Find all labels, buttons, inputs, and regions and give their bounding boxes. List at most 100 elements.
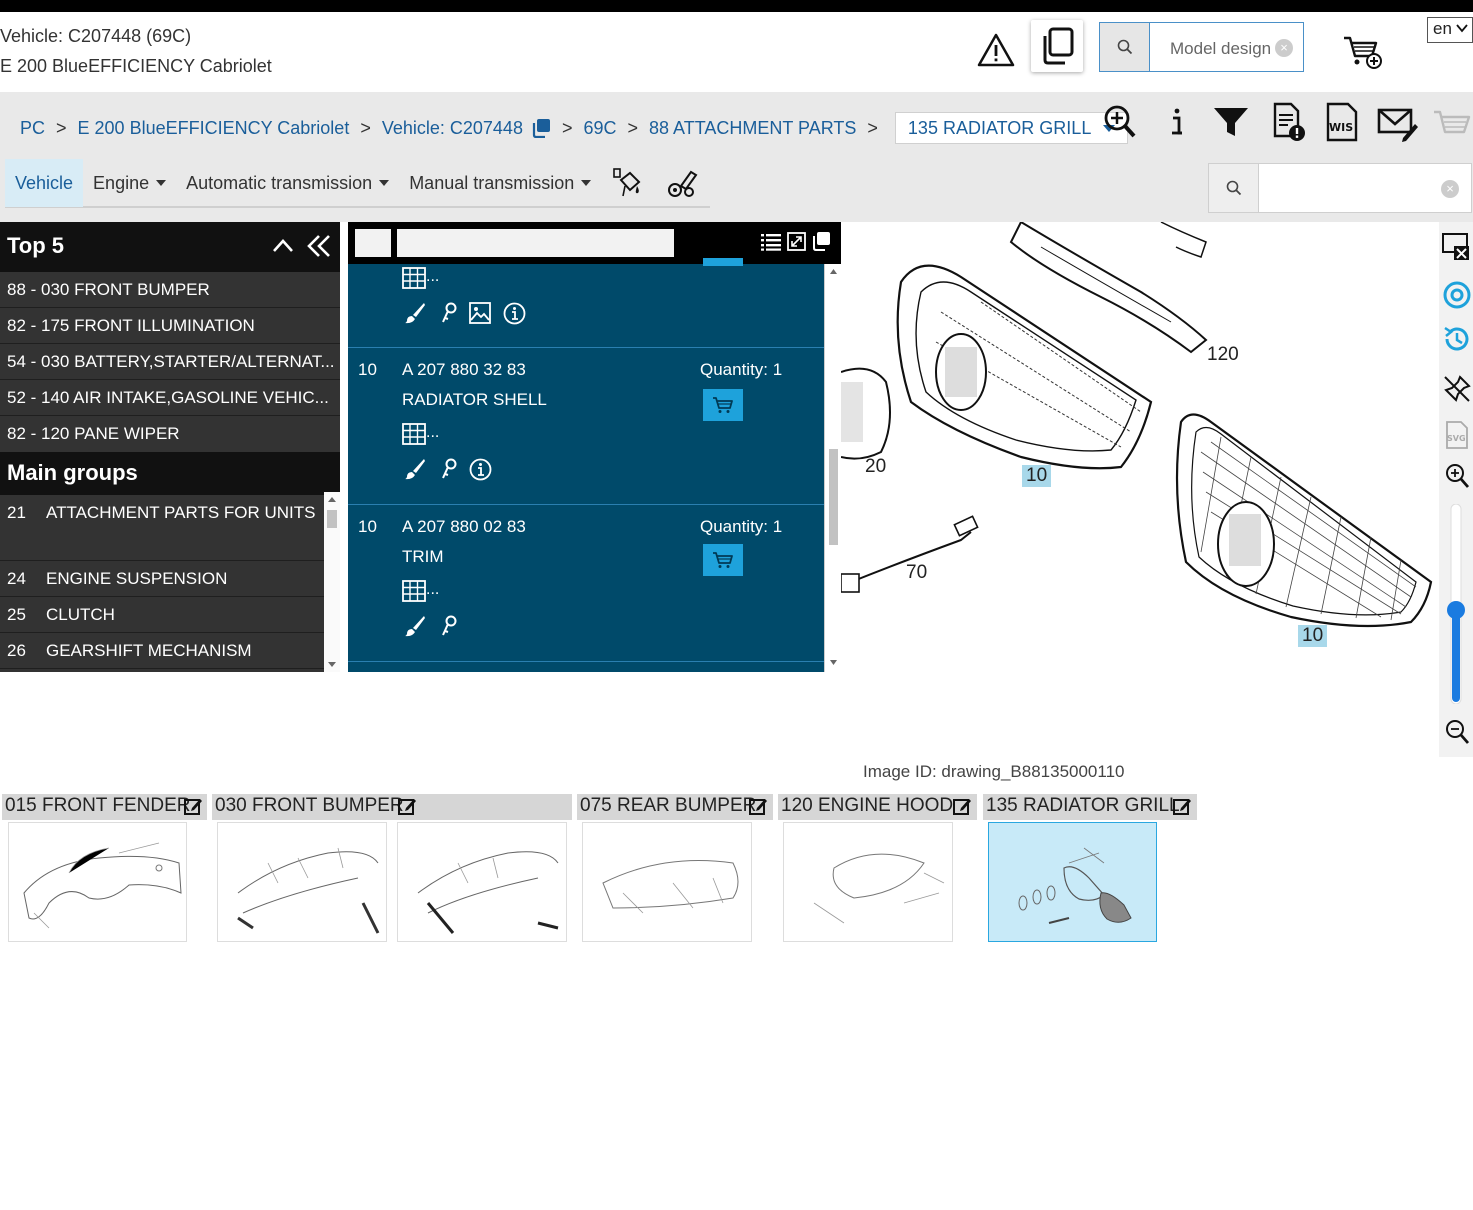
wis-icon[interactable]: WIS (1324, 100, 1362, 144)
callout-label-highlighted[interactable]: 10 (1022, 465, 1052, 487)
main-groups-scrollbar[interactable] (324, 492, 340, 672)
model-search-input[interactable]: Model design × (1150, 23, 1303, 71)
language-select[interactable]: en (1427, 17, 1473, 43)
thumbnail-front-fender[interactable] (8, 822, 187, 942)
clear-icon[interactable]: × (1275, 39, 1293, 57)
search-icon[interactable] (1209, 164, 1259, 212)
expand-icon[interactable] (787, 232, 806, 251)
table-icon[interactable] (402, 267, 426, 289)
tab-paint[interactable] (601, 159, 655, 207)
zoom-in-icon[interactable] (1102, 100, 1140, 144)
popout-icon[interactable] (810, 231, 831, 252)
paint-brush-icon[interactable] (404, 302, 426, 324)
key-icon[interactable] (440, 302, 458, 324)
thumbnail-front-bumper-1[interactable] (217, 822, 387, 942)
edit-icon[interactable] (1173, 797, 1192, 816)
part-row[interactable]: 10 A 207 880 32 83 RADIATOR SHELL Quanti… (348, 348, 824, 505)
cart-icon (713, 552, 733, 568)
table-icon[interactable] (402, 423, 426, 445)
thumbnail-group-header[interactable]: 135 RADIATOR GRILL (983, 794, 1197, 820)
exploded-drawing[interactable]: 120 20 10 70 10 (841, 222, 1439, 672)
info-icon[interactable] (1160, 100, 1198, 144)
main-group-item[interactable]: 25 CLUTCH (0, 597, 324, 633)
copy-vin-icon[interactable] (531, 118, 551, 138)
filter-icon[interactable] (1212, 100, 1250, 144)
top5-item[interactable]: 82 - 120 PANE WIPER (0, 416, 340, 452)
part-row[interactable]: ... (348, 258, 824, 348)
thumbnail-group-header[interactable]: 075 REAR BUMPER (577, 794, 773, 820)
search-icon[interactable] (1100, 23, 1150, 71)
part-number[interactable]: A 207 880 02 83 (402, 517, 526, 537)
copy-icon (1043, 27, 1074, 65)
crumb-vehicle[interactable]: Vehicle: C207448 (382, 118, 523, 139)
chevron-up-icon[interactable] (272, 236, 294, 256)
crumb-model[interactable]: E 200 BlueEFFICIENCY Cabriolet (78, 118, 350, 139)
parts-list-panel: ... 10 A 207 880 32 83 RADIATOR SHELL Qu… (348, 222, 841, 672)
tab-vehicle[interactable]: Vehicle (5, 159, 84, 207)
paint-brush-icon[interactable] (404, 458, 426, 480)
clear-icon[interactable]: × (1441, 180, 1459, 198)
callout-label[interactable]: 70 (906, 562, 927, 584)
history-icon[interactable] (1442, 324, 1472, 354)
tab-parts-tools[interactable] (655, 159, 709, 207)
cart-button-partial[interactable] (703, 258, 743, 266)
table-icon[interactable] (402, 580, 426, 602)
crumb-group[interactable]: 88 ATTACHMENT PARTS (649, 118, 856, 139)
thumbnail-radiator-grill[interactable] (988, 822, 1157, 942)
subgroup-dropdown[interactable]: 135 RADIATOR GRILL (894, 112, 1129, 144)
list-view-icon[interactable] (761, 233, 781, 251)
top5-item[interactable]: 82 - 175 FRONT ILLUMINATION (0, 308, 340, 344)
thumbnail-front-bumper-2[interactable] (397, 822, 567, 942)
copy-button[interactable] (1031, 20, 1083, 72)
tab-engine[interactable]: Engine (83, 159, 176, 207)
callout-label[interactable]: 120 (1207, 344, 1239, 366)
callout-label-highlighted[interactable]: 10 (1298, 625, 1328, 647)
thumbnail-group-header[interactable]: 030 FRONT BUMPER (212, 794, 572, 820)
thumbnail-group-header[interactable]: 015 FRONT FENDER (2, 794, 207, 820)
document-alert-icon[interactable] (1270, 100, 1308, 144)
top5-item[interactable]: 54 - 030 BATTERY,STARTER/ALTERNAT... (0, 344, 340, 380)
zoom-in-icon[interactable] (1444, 462, 1470, 490)
edit-icon[interactable] (398, 797, 417, 816)
add-to-cart-button[interactable] (703, 389, 743, 421)
collapse-panel-icon[interactable] (306, 233, 332, 259)
info-circle-icon[interactable] (503, 302, 526, 325)
thumbnail-group-header[interactable]: 120 ENGINE HOOD (778, 794, 977, 820)
parts-scrollbar[interactable] (824, 264, 841, 672)
info-circle-icon[interactable] (469, 458, 492, 481)
callout-label[interactable]: 20 (865, 456, 886, 478)
part-row[interactable]: 10 A 207 880 02 83 TRIM Quantity: 1 ... (348, 505, 824, 662)
target-icon[interactable] (1442, 280, 1472, 310)
mail-edit-icon[interactable] (1377, 100, 1419, 144)
add-to-cart-button[interactable] (703, 544, 743, 576)
tab-automatic-transmission[interactable]: Automatic transmission (176, 159, 399, 207)
key-icon[interactable] (440, 458, 458, 480)
crumb-code[interactable]: 69C (583, 118, 616, 139)
paint-bucket-icon (613, 168, 641, 197)
close-drawing-icon[interactable] (1441, 232, 1471, 262)
key-icon[interactable] (440, 615, 458, 637)
zoom-out-icon[interactable] (1444, 718, 1470, 746)
edit-icon[interactable] (184, 797, 203, 816)
edit-icon[interactable] (749, 797, 768, 816)
warning-icon[interactable] (976, 32, 1016, 68)
parts-filter-box[interactable] (355, 229, 391, 257)
parts-search-input[interactable]: × (1259, 164, 1471, 212)
tab-manual-transmission[interactable]: Manual transmission (399, 159, 601, 207)
main-group-item[interactable]: 21 ATTACHMENT PARTS FOR UNITS (0, 495, 324, 561)
top5-item[interactable]: 88 - 030 FRONT BUMPER (0, 272, 340, 308)
image-icon[interactable] (469, 302, 491, 324)
add-cart-icon[interactable] (1342, 34, 1384, 70)
thumbnail-rear-bumper[interactable] (582, 822, 752, 942)
parts-filter-input[interactable] (397, 229, 674, 257)
main-group-item[interactable]: 26 GEARSHIFT MECHANISM (0, 633, 324, 669)
zoom-slider[interactable] (1447, 504, 1465, 704)
part-number[interactable]: A 207 880 32 83 (402, 360, 526, 380)
main-group-item[interactable]: 24 ENGINE SUSPENSION (0, 561, 324, 597)
unpin-icon[interactable] (1442, 374, 1472, 404)
edit-icon[interactable] (953, 797, 972, 816)
paint-brush-icon[interactable] (404, 615, 426, 637)
thumbnail-engine-hood[interactable] (783, 822, 953, 942)
top5-item[interactable]: 52 - 140 AIR INTAKE,GASOLINE VEHIC... (0, 380, 340, 416)
crumb-pc[interactable]: PC (20, 118, 45, 139)
